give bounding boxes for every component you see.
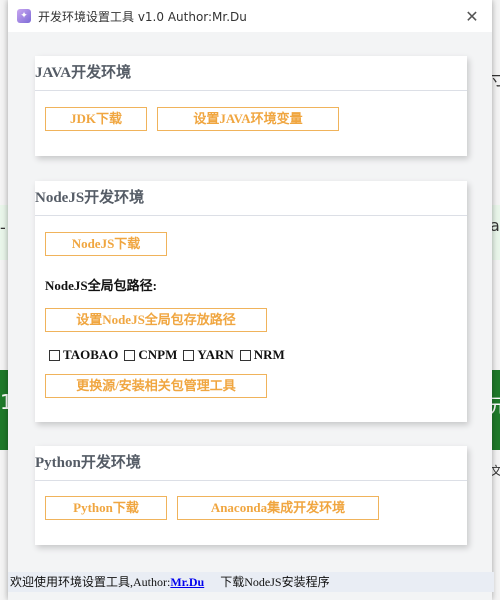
java-panel-title: JAVA开发环境 [35, 65, 132, 81]
checkbox-taobao[interactable]: TAOBAO [49, 347, 118, 363]
checkbox-box[interactable] [183, 349, 195, 361]
python-panel-header: Python开发环境 [35, 446, 467, 481]
python-download-button[interactable]: Python下载 [45, 496, 167, 520]
nodejs-download-button[interactable]: NodeJS下载 [45, 232, 167, 256]
java-panel-header: JAVA开发环境 [35, 56, 467, 91]
background-text-fragment: - [0, 218, 6, 237]
app-icon: ✦ [17, 9, 31, 23]
python-panel-title: Python开发环境 [35, 455, 141, 471]
nodejs-panel: NodeJS开发环境 NodeJS下载 NodeJS全局包路径: 设置NodeJ… [35, 181, 467, 422]
status-bar: 欢迎使用环境设置工具,Author: Mr.Du 下载NodeJS安装程序 [8, 572, 494, 592]
tool-window: ✦ 开发环境设置工具 v1.0 Author:Mr.Du ✕ JAVA开发环境 … [8, 0, 494, 600]
checkbox-label: CNPM [138, 347, 178, 362]
checkbox-cnpm[interactable]: CNPM [124, 347, 177, 363]
nodejs-global-path-label: NodeJS全局包路径: [45, 278, 157, 293]
anaconda-button[interactable]: Anaconda集成开发环境 [177, 496, 379, 520]
checkbox-box[interactable] [239, 349, 251, 361]
title-bar[interactable]: ✦ 开发环境设置工具 v1.0 Author:Mr.Du ✕ [8, 0, 492, 32]
status-welcome-text: 欢迎使用环境设置工具,Author: [10, 575, 171, 589]
registry-checkbox-group: TAOBAO CNPM YARN NRM [49, 347, 291, 363]
checkbox-yarn[interactable]: YARN [183, 347, 234, 363]
checkbox-box[interactable] [49, 349, 60, 361]
java-panel: JAVA开发环境 JDK下载 设置JAVA环境变量 [35, 56, 467, 156]
checkbox-label: TAOBAO [63, 347, 119, 362]
node-install-download-link[interactable]: 下载NodeJS安装程序 [220, 572, 329, 592]
checkbox-box[interactable] [124, 349, 136, 361]
checkbox-nrm[interactable]: NRM [239, 347, 285, 363]
nodejs-panel-title: NodeJS开发环境 [35, 190, 145, 206]
close-icon: ✕ [465, 6, 479, 26]
checkbox-label: NRM [253, 347, 285, 362]
author-link[interactable]: Mr.Du [170, 572, 204, 592]
jdk-download-button[interactable]: JDK下载 [45, 107, 147, 131]
set-java-env-button[interactable]: 设置JAVA环境变量 [157, 107, 339, 131]
set-nodejs-global-path-button[interactable]: 设置NodeJS全局包存放路径 [45, 308, 267, 332]
switch-registry-button[interactable]: 更换源/安装相关包管理工具 [45, 374, 267, 398]
nodejs-panel-header: NodeJS开发环境 [35, 181, 467, 216]
python-panel: Python开发环境 Python下载 Anaconda集成开发环境 [35, 446, 467, 545]
window-title: 开发环境设置工具 v1.0 Author:Mr.Du [38, 9, 247, 24]
close-button[interactable]: ✕ [452, 0, 492, 32]
checkbox-label: YARN [197, 347, 234, 362]
